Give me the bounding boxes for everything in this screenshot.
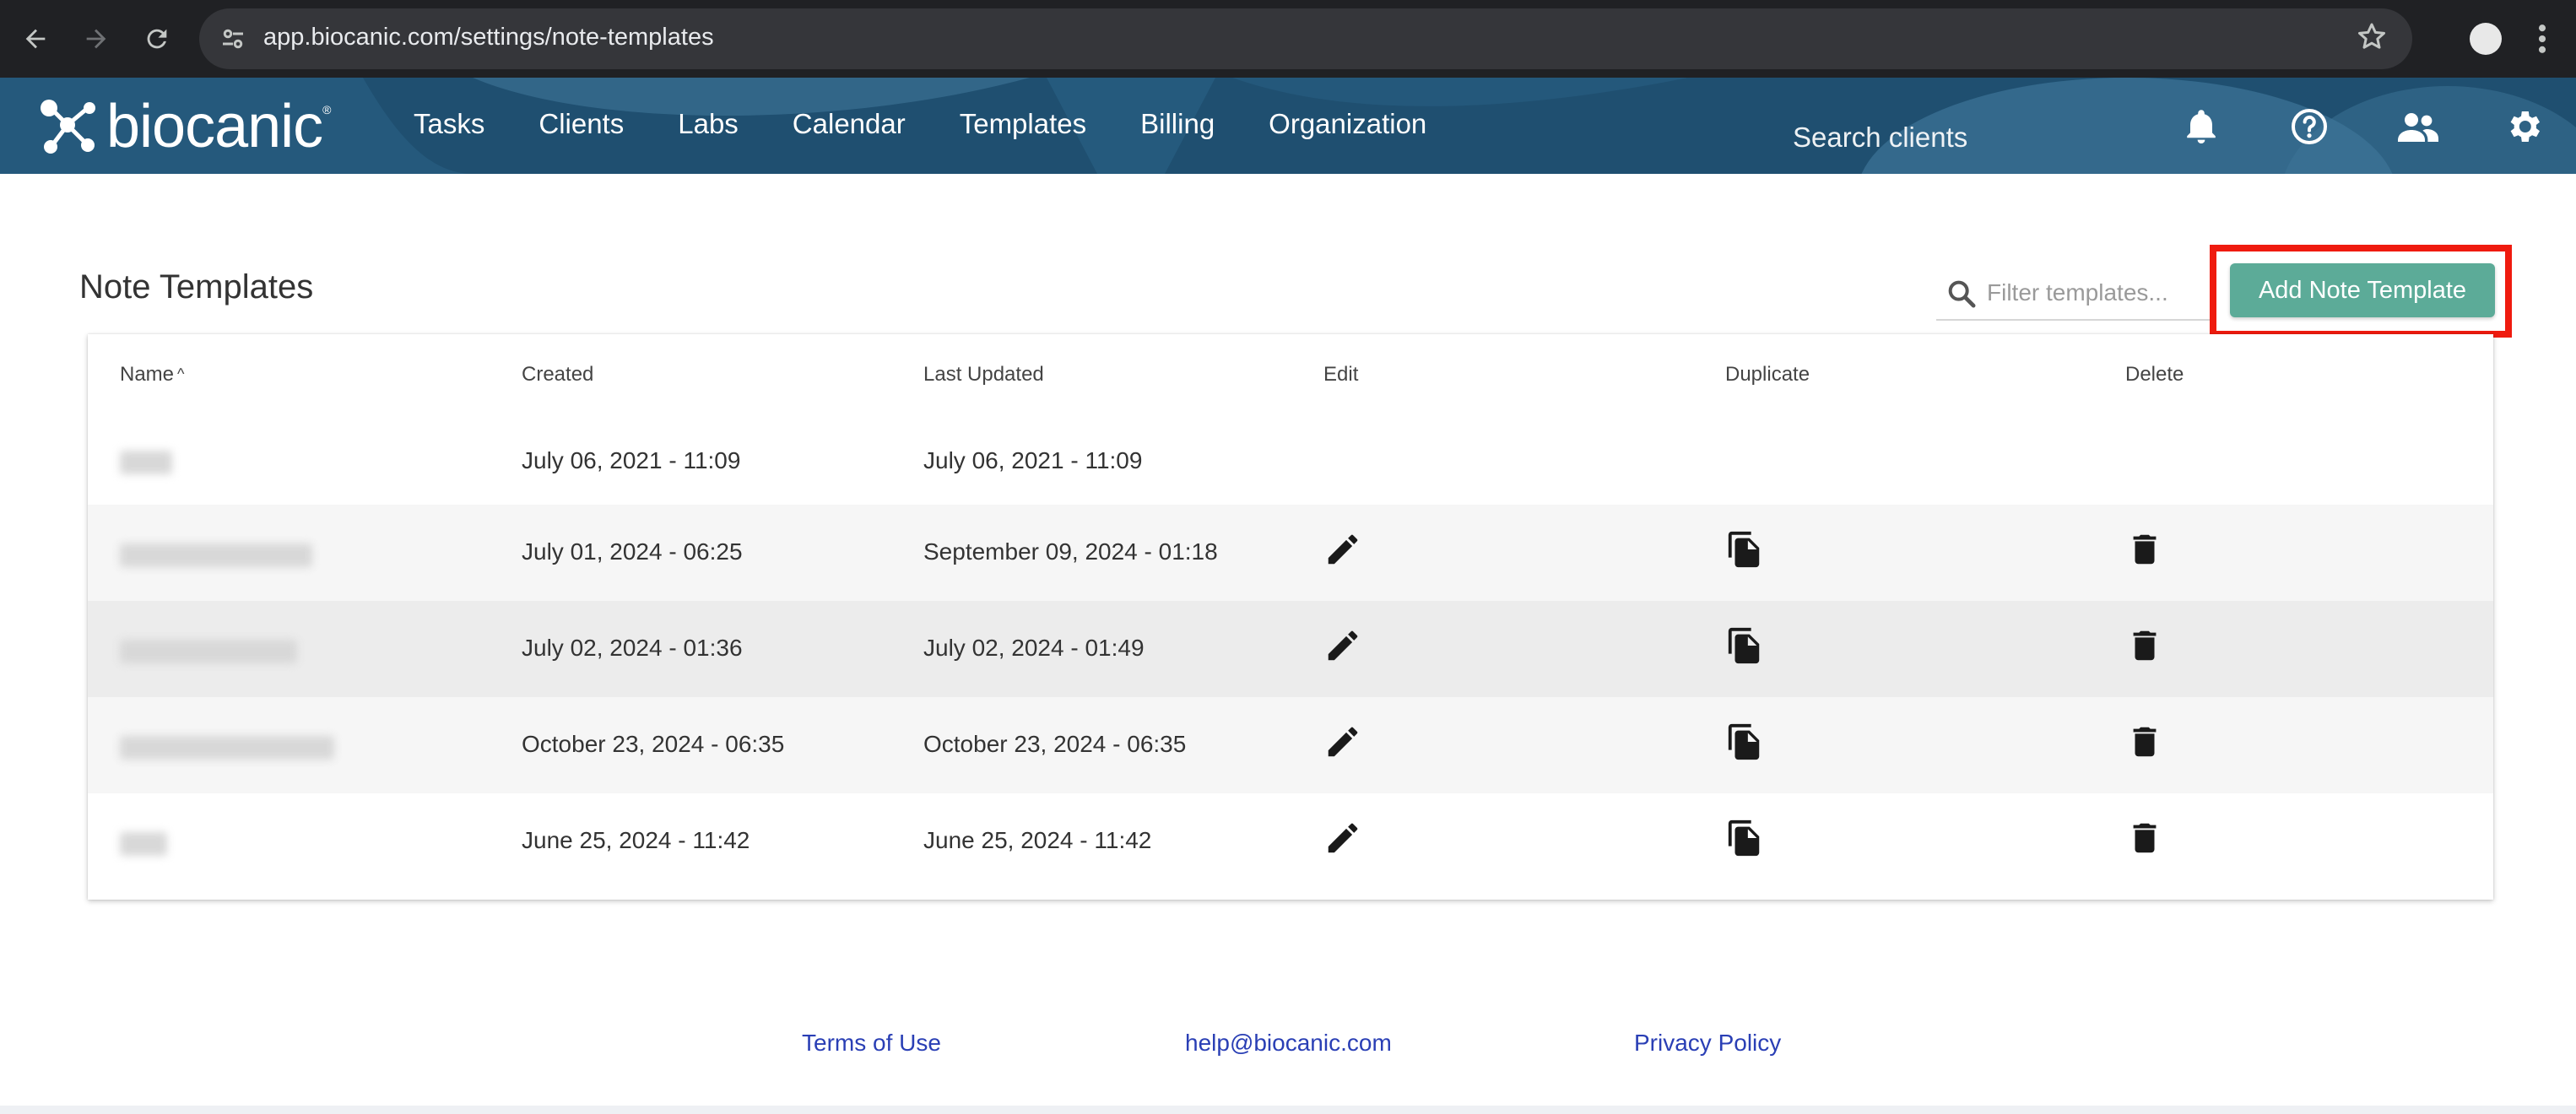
footer-divider bbox=[0, 1106, 2576, 1114]
column-header-created[interactable]: Created bbox=[522, 363, 593, 387]
table-header: Name ^ Created Last Updated Edit Duplicat… bbox=[88, 334, 2493, 420]
profile-avatar[interactable] bbox=[2470, 23, 2502, 55]
column-header-duplicate: Duplicate bbox=[1725, 363, 1810, 386]
duplicate-icon[interactable] bbox=[1725, 722, 1764, 761]
duplicate-icon[interactable] bbox=[1725, 626, 1764, 665]
table-row[interactable]: June 25, 2024 - 11:42 June 25, 2024 - 11… bbox=[88, 793, 2493, 900]
people-icon[interactable] bbox=[2395, 106, 2441, 147]
table-row[interactable]: October 23, 2024 - 06:35 October 23, 202… bbox=[88, 697, 2493, 793]
sort-asc-icon: ^ bbox=[177, 365, 185, 382]
kebab-icon[interactable] bbox=[2534, 20, 2551, 57]
note-templates-table: Name ^ Created Last Updated Edit Duplicat… bbox=[88, 334, 2493, 900]
reload-icon bbox=[147, 29, 167, 49]
molecule-logo-icon bbox=[41, 100, 95, 154]
brand-name: biocanic bbox=[106, 93, 323, 160]
app-header: biocanic ® Tasks Clients Labs Calendar T… bbox=[0, 78, 2576, 174]
trash-icon[interactable] bbox=[2125, 530, 2164, 569]
created-cell: July 06, 2021 - 11:09 bbox=[522, 447, 741, 473]
template-name-redacted bbox=[120, 832, 167, 856]
search-icon bbox=[1948, 280, 1976, 308]
gear-icon[interactable] bbox=[2503, 106, 2544, 147]
forward-button[interactable] bbox=[74, 17, 118, 61]
column-header-name[interactable]: Name ^ bbox=[120, 363, 184, 387]
table-row[interactable]: July 01, 2024 - 06:25 September 09, 2024… bbox=[88, 505, 2493, 601]
pencil-icon[interactable] bbox=[1323, 530, 1362, 569]
privacy-policy-link[interactable]: Privacy Policy bbox=[1634, 1030, 1781, 1057]
column-header-last-updated[interactable]: Last Updated bbox=[923, 363, 1044, 387]
template-name-redacted bbox=[120, 451, 172, 474]
tune-icon[interactable] bbox=[218, 24, 248, 54]
column-header-delete: Delete bbox=[2125, 363, 2184, 386]
pencil-icon[interactable] bbox=[1323, 722, 1362, 761]
updated-cell: September 09, 2024 - 01:18 bbox=[923, 538, 1218, 565]
updated-cell: June 25, 2024 - 11:42 bbox=[923, 827, 1152, 853]
template-name-redacted bbox=[120, 543, 312, 567]
created-cell: July 02, 2024 - 01:36 bbox=[522, 635, 743, 661]
duplicate-icon[interactable] bbox=[1725, 530, 1764, 569]
column-label: Name bbox=[120, 363, 175, 386]
help-email-link[interactable]: help@biocanic.com bbox=[1185, 1030, 1392, 1057]
star-icon[interactable] bbox=[2355, 20, 2389, 54]
back-button[interactable] bbox=[14, 17, 57, 61]
browser-chrome: app.biocanic.com/settings/note-templates bbox=[0, 0, 2576, 78]
nav-templates[interactable]: Templates bbox=[960, 108, 1086, 140]
reload-button[interactable] bbox=[135, 17, 179, 61]
nav-labs[interactable]: Labs bbox=[678, 108, 739, 140]
address-bar[interactable]: app.biocanic.com/settings/note-templates bbox=[199, 8, 2412, 69]
pencil-icon[interactable] bbox=[1323, 819, 1362, 857]
nav-clients[interactable]: Clients bbox=[538, 108, 624, 140]
created-cell: June 25, 2024 - 11:42 bbox=[522, 827, 750, 853]
bell-icon[interactable] bbox=[2181, 106, 2222, 147]
updated-cell: July 02, 2024 - 01:49 bbox=[923, 635, 1145, 661]
column-header-edit: Edit bbox=[1323, 363, 1359, 386]
brand-logo[interactable]: biocanic ® bbox=[37, 93, 332, 160]
created-cell: July 01, 2024 - 06:25 bbox=[522, 538, 743, 565]
duplicate-icon[interactable] bbox=[1725, 819, 1764, 857]
table-row[interactable]: July 02, 2024 - 01:36 July 02, 2024 - 01… bbox=[88, 601, 2493, 697]
nav-billing[interactable]: Billing bbox=[1140, 108, 1215, 140]
nav-tasks[interactable]: Tasks bbox=[414, 108, 484, 140]
add-note-template-button[interactable]: Add Note Template bbox=[2230, 263, 2495, 317]
search-clients-input[interactable]: Search clients bbox=[1793, 122, 1967, 154]
filter-templates-input[interactable] bbox=[1985, 275, 2210, 311]
trash-icon[interactable] bbox=[2125, 722, 2164, 761]
help-icon[interactable] bbox=[2289, 106, 2330, 147]
created-cell: October 23, 2024 - 06:35 bbox=[522, 731, 785, 757]
updated-cell: July 06, 2021 - 11:09 bbox=[923, 447, 1143, 473]
template-name-redacted bbox=[120, 736, 334, 760]
brand-registered-mark: ® bbox=[322, 103, 332, 116]
nav-calendar[interactable]: Calendar bbox=[793, 108, 906, 140]
filter-templates bbox=[1936, 267, 2215, 321]
pencil-icon[interactable] bbox=[1323, 626, 1362, 665]
arrow-right-icon bbox=[86, 29, 106, 49]
url-text[interactable]: app.biocanic.com/settings/note-templates bbox=[263, 24, 714, 51]
main-nav: Tasks Clients Labs Calendar Templates Bi… bbox=[414, 108, 1426, 140]
arrow-left-icon bbox=[25, 29, 46, 49]
updated-cell: October 23, 2024 - 06:35 bbox=[923, 731, 1187, 757]
nav-organization[interactable]: Organization bbox=[1269, 108, 1426, 140]
trash-icon[interactable] bbox=[2125, 626, 2164, 665]
trash-icon[interactable] bbox=[2125, 819, 2164, 857]
template-name-redacted bbox=[120, 640, 297, 663]
table-row[interactable]: July 06, 2021 - 11:09 July 06, 2021 - 11… bbox=[88, 419, 2493, 505]
page-title: Note Templates bbox=[79, 268, 314, 306]
terms-of-use-link[interactable]: Terms of Use bbox=[802, 1030, 941, 1057]
